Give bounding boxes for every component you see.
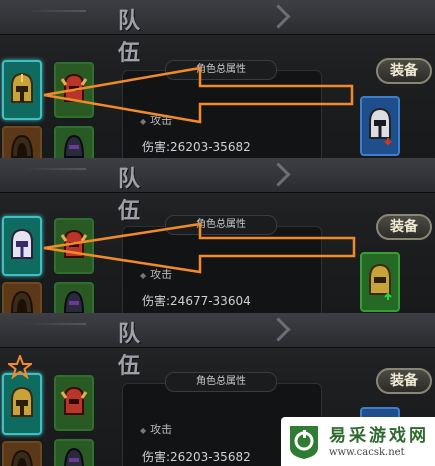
- team-title: 队伍: [118, 167, 142, 224]
- attack-label: 攻击: [150, 114, 173, 127]
- bullet-icon: ◆: [140, 117, 147, 126]
- attack-row: ◆ 攻击: [140, 266, 172, 282]
- gold-helmet-icon: [11, 72, 33, 103]
- hood-icon: [10, 134, 34, 158]
- red-horned-helmet-icon: [60, 229, 88, 258]
- team-title: 队伍: [118, 9, 142, 66]
- hero-slot[interactable]: [2, 441, 42, 466]
- hero-slot-selected[interactable]: [2, 216, 42, 276]
- red-horned-helmet-icon: [60, 73, 88, 102]
- bullet-icon: ◆: [140, 271, 147, 280]
- bullet-icon: ◆: [140, 426, 147, 435]
- site-logo-icon: [290, 426, 318, 459]
- team-title: 队伍: [118, 322, 142, 379]
- banner-chevron-icon: [266, 317, 291, 342]
- attack-label: 攻击: [150, 423, 173, 436]
- arrow-up-icon: [384, 292, 392, 300]
- hero-slot[interactable]: [54, 218, 94, 274]
- stats-header: 角色总属性: [165, 215, 277, 235]
- attack-row: ◆ 攻击: [140, 421, 172, 437]
- banner-decoration: [26, 323, 86, 325]
- gold-helmet-icon: [11, 386, 33, 417]
- team-banner: 队伍: [0, 313, 435, 379]
- silver-helmet-icon: [369, 107, 392, 146]
- hero-slot[interactable]: [54, 126, 94, 158]
- banner-chevron-icon: [266, 162, 291, 187]
- hero-slot[interactable]: [54, 375, 94, 431]
- hero-slot[interactable]: [2, 282, 42, 313]
- damage-value: 伤害:26203-35682: [142, 450, 251, 464]
- dark-helmet-icon: [63, 290, 85, 313]
- equip-button[interactable]: 装备: [376, 58, 432, 84]
- banner-decoration: [26, 10, 86, 12]
- hero-slot[interactable]: [54, 62, 94, 118]
- hood-icon: [10, 290, 34, 313]
- hero-slot-selected[interactable]: [2, 373, 42, 435]
- attack-row: ◆ 攻击: [140, 112, 172, 128]
- hero-slot[interactable]: [54, 439, 94, 466]
- stats-header: 角色总属性: [165, 60, 277, 80]
- equip-item-slot[interactable]: [360, 252, 400, 312]
- damage-value: 伤害:26203-35682: [142, 140, 251, 154]
- damage-value: 伤害:24677-33604: [142, 294, 251, 308]
- watermark-title: 易采游戏网: [329, 426, 429, 446]
- equip-button[interactable]: 装备: [376, 368, 432, 394]
- silver-helmet-icon: [11, 228, 33, 259]
- equip-button[interactable]: 装备: [376, 214, 432, 240]
- gold-helmet-icon: [369, 263, 392, 300]
- dark-helmet-icon: [64, 447, 84, 466]
- team-panel-2: 队伍 角色总属性 ◆ 攻击 伤害:24677-33604 装备: [0, 158, 435, 313]
- hero-slot-selected[interactable]: [2, 60, 42, 120]
- banner-chevron-icon: [266, 4, 291, 29]
- watermark-url: www.cacsk.net: [329, 447, 405, 458]
- site-watermark: 易采游戏网 www.cacsk.net: [281, 417, 435, 466]
- hood-icon: [11, 449, 33, 466]
- team-banner: 队伍: [0, 0, 435, 66]
- team-panel-1: 队伍 角色总属性 ◆ 攻击 伤害:26203-35682 装备: [0, 0, 435, 158]
- banner-decoration: [26, 168, 86, 170]
- attack-label: 攻击: [150, 268, 173, 281]
- dark-helmet-icon: [63, 134, 85, 158]
- stats-header: 角色总属性: [165, 372, 277, 392]
- red-horned-helmet-icon: [60, 386, 88, 415]
- equip-item-slot[interactable]: [360, 96, 400, 156]
- hero-slot[interactable]: [54, 282, 94, 313]
- hero-slot[interactable]: [2, 126, 42, 158]
- team-banner: 队伍: [0, 158, 435, 224]
